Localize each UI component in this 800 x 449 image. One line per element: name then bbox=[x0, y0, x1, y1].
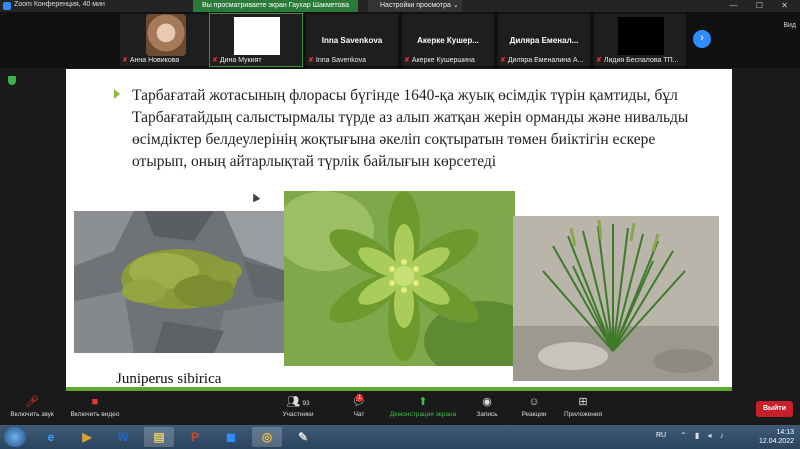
powerpoint-icon[interactable]: P bbox=[180, 427, 210, 447]
image-caption: Juniperus sibirica bbox=[116, 371, 222, 387]
zoom-taskbar-icon[interactable]: ◼ bbox=[216, 427, 246, 447]
juniper-image bbox=[74, 211, 286, 353]
mic-off-icon: 🎤︎ bbox=[25, 396, 39, 408]
juniper-photo bbox=[74, 211, 286, 353]
mic-muted-icon: ✘ bbox=[212, 57, 218, 64]
view-button[interactable]: Вид bbox=[783, 22, 796, 29]
view-options-button[interactable]: Настройки просмотра ⌄ bbox=[368, 0, 462, 12]
participant-name: Акерке Кушершина bbox=[411, 57, 475, 64]
grass-photo bbox=[513, 216, 719, 381]
mic-muted-icon: ✘ bbox=[500, 57, 506, 64]
start-video-button[interactable]: ■ Включить видео bbox=[64, 393, 126, 425]
clock-time: 14:13 bbox=[776, 429, 794, 436]
ie-icon[interactable]: e bbox=[36, 427, 66, 447]
reactions-button[interactable]: ☺︎ Реакции bbox=[516, 393, 552, 425]
participant-tile[interactable]: Диляра Еменал... ✘ Диляра Еменалина А... bbox=[498, 14, 590, 66]
system-tray-icons[interactable]: ⌃ ▮ ◂ ♪ bbox=[680, 431, 727, 440]
slide-footer-bar bbox=[66, 387, 732, 391]
language-indicator[interactable]: RU bbox=[656, 432, 666, 439]
mouse-cursor-icon bbox=[249, 191, 261, 203]
participants-icon: 👥︎ bbox=[286, 396, 301, 408]
mic-muted-icon: ✘ bbox=[596, 57, 602, 64]
participant-name: Анна Новикова bbox=[129, 57, 180, 64]
clock-date: 12.04.2022 bbox=[758, 438, 794, 445]
participant-display-name: Inna Savenkova bbox=[321, 36, 383, 45]
leave-meeting-button[interactable]: Выйти bbox=[756, 401, 793, 417]
paint-icon[interactable]: ✎ bbox=[288, 427, 318, 447]
unmute-button[interactable]: 🎤︎ Включить звук bbox=[4, 393, 60, 425]
bullet-arrow-icon bbox=[114, 89, 120, 99]
windows-taskbar: e ▶ W ▤ P ◼ ◎ ✎ RU ⌃ ▮ ◂ ♪ 14:13 12.04.2… bbox=[0, 425, 800, 449]
zoom-window: Zoom Конференция, 40 мин — ☐ ✕ Вы просма… bbox=[0, 0, 800, 449]
participant-name: Inna Savenkova bbox=[315, 57, 367, 64]
next-page-button[interactable]: › bbox=[693, 30, 711, 48]
participant-name: Лидия Беспалова ТП... bbox=[603, 57, 679, 64]
record-button[interactable]: ◉ Запись bbox=[470, 393, 504, 425]
share-screen-icon: ⬆︎ bbox=[418, 396, 428, 408]
participant-display-name: Диляра Еменал... bbox=[509, 36, 579, 45]
apps-button[interactable]: ⊞ Приложения bbox=[560, 393, 606, 425]
clock[interactable]: 14:13 12.04.2022 bbox=[759, 428, 794, 446]
mic-muted-icon: ✘ bbox=[122, 57, 128, 64]
window-controls[interactable]: — ☐ ✕ bbox=[730, 0, 796, 12]
chat-button[interactable]: 💬︎ 1 Чат bbox=[342, 393, 376, 425]
participant-tile[interactable]: ✘ Дина Мукият bbox=[209, 13, 303, 67]
participant-tile[interactable]: Акерке Кушер... ✘ Акерке Кушершина bbox=[402, 14, 494, 66]
participant-tile[interactable]: ✘ Анна Новикова bbox=[120, 14, 212, 66]
share-screen-button[interactable]: ⬆︎ Демонстрация экрана bbox=[384, 393, 462, 425]
flower-photo bbox=[284, 191, 515, 366]
zoom-app-icon bbox=[3, 2, 11, 10]
participant-tile[interactable]: ✘ Лидия Беспалова ТП... bbox=[594, 14, 686, 66]
chrome-icon[interactable]: ◎ bbox=[252, 427, 282, 447]
share-notice: Вы просматриваете экран Гаухар Шакметова bbox=[193, 0, 358, 12]
participant-video bbox=[234, 17, 280, 55]
mic-muted-icon: ✘ bbox=[308, 57, 314, 64]
participant-video bbox=[618, 17, 664, 55]
word-icon[interactable]: W bbox=[108, 427, 138, 447]
reactions-icon: ☺︎ bbox=[528, 396, 540, 408]
video-off-icon: ■ bbox=[91, 396, 99, 408]
slide-body-text: Тарбағатай жотасының флорасы бүгінде 164… bbox=[132, 87, 689, 170]
grass-image bbox=[513, 216, 719, 381]
record-icon: ◉ bbox=[482, 396, 492, 408]
participant-tile[interactable]: Inna Savenkova ✘ Inna Savenkova bbox=[306, 14, 398, 66]
window-title: Zoom Конференция, 40 мин bbox=[14, 1, 105, 8]
participants-count: 93 bbox=[302, 400, 310, 407]
participant-name: Диляра Еменалина А... bbox=[507, 57, 584, 64]
participant-display-name: Акерке Кушер... bbox=[417, 36, 479, 45]
participants-button[interactable]: 👥︎ 93 Участники bbox=[274, 393, 322, 425]
mic-muted-icon: ✘ bbox=[404, 57, 410, 64]
participant-video bbox=[146, 14, 186, 56]
participant-name: Дина Мукият bbox=[219, 57, 262, 64]
apps-icon: ⊞ bbox=[578, 396, 588, 408]
flower-image bbox=[284, 191, 515, 366]
participant-strip: ✘ Анна Новикова ✘ Дина Мукият Inna Savenko… bbox=[0, 12, 800, 68]
presentation-slide: Тарбағатай жотасының флорасы бүгінде 164… bbox=[66, 69, 732, 391]
media-player-icon[interactable]: ▶ bbox=[72, 427, 102, 447]
meeting-toolbar: 🎤︎ Включить звук ■ Включить видео 👥︎ 93 У… bbox=[0, 393, 800, 425]
start-button[interactable] bbox=[4, 427, 26, 447]
security-shield-icon[interactable] bbox=[8, 76, 16, 85]
folder-icon[interactable]: ▤ bbox=[144, 427, 174, 447]
